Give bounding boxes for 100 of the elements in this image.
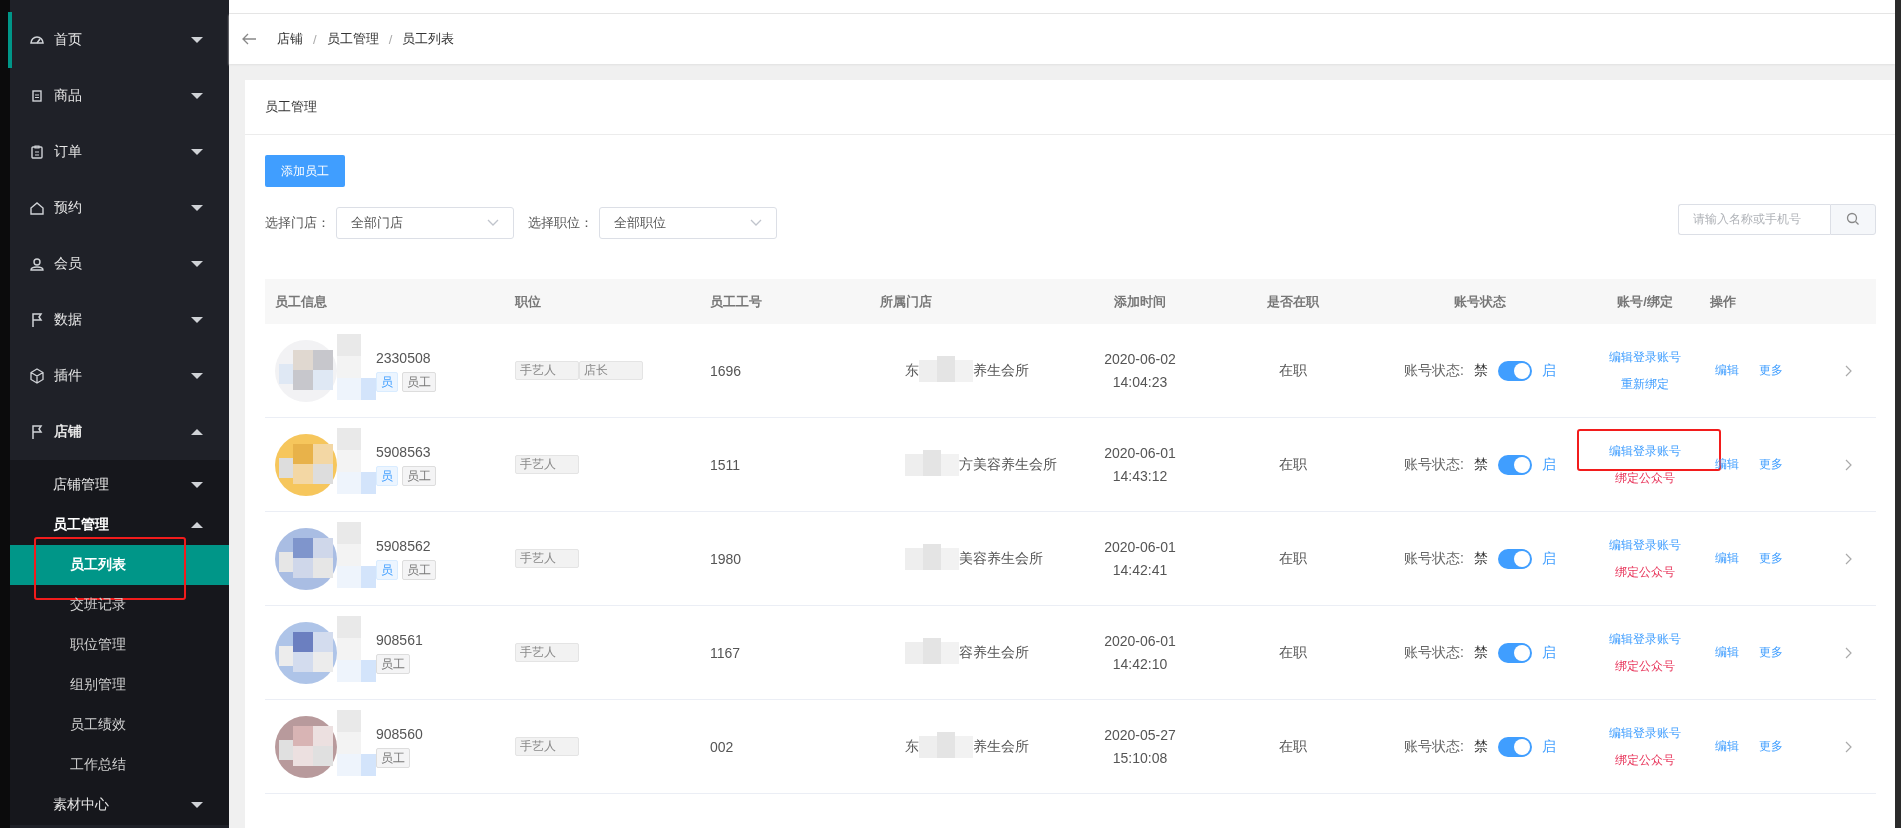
table-cell-text: 在职	[1277, 643, 1308, 662]
sidebar-item[interactable]: 会员	[10, 236, 229, 292]
action-link[interactable]: 更多	[1759, 456, 1783, 473]
sidebar-subitem[interactable]: 交班记录	[10, 585, 229, 625]
caret-icon	[191, 92, 203, 100]
toggle-switch[interactable]	[1497, 360, 1532, 381]
sidebar-item[interactable]: 商品	[10, 68, 229, 124]
column-header: 添加时间	[1113, 292, 1167, 311]
sidebar-subitem[interactable]: 组别管理	[10, 665, 229, 705]
account-link[interactable]: 编辑登录账号	[1609, 631, 1681, 646]
employee-id: 2330508	[376, 349, 432, 366]
person-icon	[28, 255, 46, 273]
sidebar-item[interactable]: 预约	[10, 180, 229, 236]
date-text: 2020-05-27	[1104, 725, 1176, 745]
column-header: 所属门店	[879, 292, 933, 311]
account-link[interactable]: 编辑登录账号	[1609, 537, 1681, 552]
table-cell: 养生会所	[973, 737, 1029, 756]
action-link[interactable]: 编辑	[1715, 738, 1739, 755]
chevron-right-icon[interactable]	[1844, 458, 1852, 471]
table-cell-text: 1696	[709, 362, 743, 379]
sidebar-subitem[interactable]: 素材中心	[10, 785, 229, 825]
account-link[interactable]: 重新绑定	[1621, 376, 1669, 391]
position-tag: 手艺人	[515, 455, 579, 474]
breadcrumb-item[interactable]: 员工列表	[402, 30, 455, 48]
table-cell: 东	[905, 737, 919, 756]
table-cell-text: 1980	[709, 550, 743, 567]
sidebar-subitem[interactable]: 员工绩效	[10, 705, 229, 745]
select-field[interactable]: 全部职位	[599, 207, 777, 239]
caret-icon	[191, 204, 203, 212]
toggle-switch[interactable]	[1497, 548, 1532, 569]
sidebar-item[interactable]: 订单	[10, 124, 229, 180]
breadcrumb-item[interactable]: 店铺	[277, 30, 303, 48]
toggle-switch[interactable]	[1497, 736, 1532, 757]
role-tag: 员工	[376, 653, 410, 674]
date-text: 2020-06-01	[1104, 443, 1176, 463]
house-icon	[28, 199, 46, 217]
action-link[interactable]: 更多	[1759, 738, 1783, 755]
toggle-switch[interactable]	[1497, 454, 1532, 475]
employee-id: 908561	[376, 631, 423, 648]
chevron-right-icon[interactable]	[1844, 552, 1852, 565]
filter-label: 选择门店：	[265, 214, 330, 232]
breadcrumb-item[interactable]: 员工管理	[326, 30, 379, 48]
bind-link[interactable]: 绑定公众号	[1615, 564, 1675, 579]
search-icon	[1846, 212, 1860, 226]
chevron-right-icon[interactable]	[1844, 646, 1852, 659]
table-cell: 容养生会所	[959, 643, 1029, 662]
table-cell-text: 在职	[1277, 361, 1308, 380]
chevron-right-icon[interactable]	[1844, 364, 1852, 377]
off-label: 禁	[1473, 549, 1488, 568]
caret-icon	[191, 316, 203, 324]
time-text: 14:42:41	[1112, 560, 1168, 580]
column-header: 账号状态	[1453, 292, 1507, 311]
on-label: 启	[1541, 737, 1556, 756]
search-button[interactable]	[1830, 203, 1876, 235]
account-link[interactable]: 编辑登录账号	[1609, 349, 1681, 364]
account-link[interactable]: 编辑登录账号	[1609, 725, 1681, 740]
date-text: 2020-06-01	[1104, 631, 1176, 651]
position-tag: 店长	[579, 361, 643, 380]
bind-link[interactable]: 绑定公众号	[1615, 470, 1675, 485]
select-field[interactable]: 全部门店	[336, 207, 514, 239]
sidebar-subitem[interactable]: 职位管理	[10, 625, 229, 665]
action-link[interactable]: 编辑	[1715, 550, 1739, 567]
sidebar-item[interactable]: 店铺	[10, 404, 229, 460]
breadcrumb-separator: /	[313, 31, 317, 47]
action-link[interactable]: 更多	[1759, 644, 1783, 661]
sidebar-subitem[interactable]: 工作总结	[10, 745, 229, 785]
action-link[interactable]: 编辑	[1715, 362, 1739, 379]
search-field[interactable]: 请输入名称或手机号	[1678, 203, 1830, 235]
off-label: 禁	[1473, 455, 1488, 474]
position-tag: 手艺人	[515, 549, 579, 568]
toggle-switch[interactable]	[1497, 642, 1532, 663]
table-cell-text: 1511	[709, 456, 742, 473]
cube-icon	[28, 367, 46, 385]
employee-id: 5908562	[376, 537, 432, 554]
off-label: 禁	[1473, 737, 1488, 756]
back-arrow-icon[interactable]	[241, 32, 257, 46]
employee-id: 5908563	[376, 443, 432, 460]
role-tag: 员工	[402, 371, 436, 392]
sidebar-subitem[interactable]: 员工管理	[10, 505, 229, 545]
time-text: 14:04:23	[1112, 372, 1168, 392]
time-text: 14:43:12	[1112, 466, 1168, 486]
action-link[interactable]: 更多	[1759, 550, 1783, 567]
sidebar-subitem[interactable]: 店铺管理	[10, 465, 229, 505]
sidebar-item[interactable]: 首页	[10, 12, 229, 68]
time-text: 14:42:10	[1112, 654, 1168, 674]
action-link[interactable]: 更多	[1759, 362, 1783, 379]
on-label: 启	[1541, 549, 1556, 568]
role-tag: 员	[376, 465, 398, 486]
bind-link[interactable]: 绑定公众号	[1615, 752, 1675, 767]
sidebar-item[interactable]: 数据	[10, 292, 229, 348]
status-label: 账号状态:	[1404, 549, 1464, 568]
clipboard-icon	[28, 143, 46, 161]
time-text: 15:10:08	[1112, 748, 1168, 768]
action-link[interactable]: 编辑	[1715, 644, 1739, 661]
sidebar-item[interactable]: 插件	[10, 348, 229, 404]
add-employee-button[interactable]: 添加员工	[265, 155, 345, 187]
account-link[interactable]: 编辑登录账号	[1609, 443, 1681, 458]
chevron-right-icon[interactable]	[1844, 740, 1852, 753]
sidebar-subitem[interactable]: 员工列表	[10, 545, 229, 585]
bind-link[interactable]: 绑定公众号	[1615, 658, 1675, 673]
